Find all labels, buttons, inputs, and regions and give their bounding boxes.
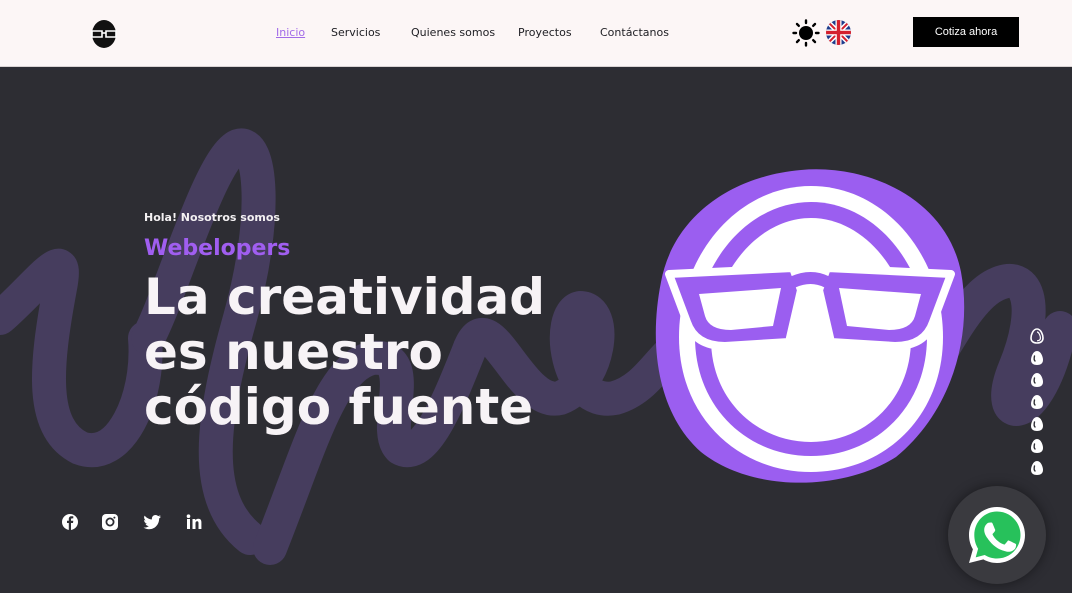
cotiza-ahora-button[interactable]: Cotiza ahora bbox=[913, 17, 1019, 47]
egg-nav-dot-6-icon[interactable] bbox=[1029, 438, 1045, 454]
egg-nav-dot-2-icon[interactable] bbox=[1029, 350, 1045, 366]
instagram-icon[interactable] bbox=[100, 512, 120, 532]
egg-nav-dot-5-icon[interactable] bbox=[1029, 416, 1045, 432]
uk-flag-icon[interactable] bbox=[826, 20, 851, 45]
hero-section: Hola! Nosotros somos Webelopers La creat… bbox=[0, 68, 1072, 593]
nav-item-contactanos[interactable]: Contáctanos bbox=[600, 26, 669, 40]
whatsapp-icon bbox=[969, 507, 1025, 563]
brand-name: Webelopers bbox=[144, 236, 291, 261]
headline-line-2: es nuestro bbox=[144, 323, 443, 381]
egg-nav-dot-1-icon[interactable] bbox=[1029, 328, 1045, 344]
site-header: Inicio Servicios Quienes somos Proyectos… bbox=[0, 0, 1072, 67]
egg-nav-dot-7-icon[interactable] bbox=[1029, 460, 1045, 476]
hero-headline: La creatividad es nuestro código fuente bbox=[144, 270, 614, 435]
sun-icon[interactable] bbox=[792, 19, 820, 47]
egg-glasses-mascot-icon bbox=[655, 169, 965, 483]
social-links bbox=[60, 512, 220, 536]
egg-nav-dot-3-icon[interactable] bbox=[1029, 372, 1045, 388]
hero-kicker: Hola! Nosotros somos bbox=[144, 211, 280, 224]
linkedin-icon[interactable] bbox=[184, 512, 204, 532]
twitter-icon[interactable] bbox=[142, 512, 162, 532]
headline-line-3: código fuente bbox=[144, 378, 534, 436]
nav-item-proyectos[interactable]: Proyectos bbox=[518, 26, 572, 40]
nav-item-quienes-somos[interactable]: Quienes somos bbox=[411, 26, 495, 40]
egg-nav-dot-4-icon[interactable] bbox=[1029, 394, 1045, 410]
nav-item-inicio[interactable]: Inicio bbox=[276, 26, 305, 40]
whatsapp-button[interactable] bbox=[948, 486, 1046, 584]
headline-line-1: La creatividad bbox=[144, 268, 546, 326]
main-nav: Inicio Servicios Quienes somos Proyectos… bbox=[0, 26, 1072, 42]
nav-item-servicios[interactable]: Servicios bbox=[331, 26, 380, 40]
section-nav bbox=[1029, 328, 1045, 480]
facebook-icon[interactable] bbox=[60, 512, 80, 532]
